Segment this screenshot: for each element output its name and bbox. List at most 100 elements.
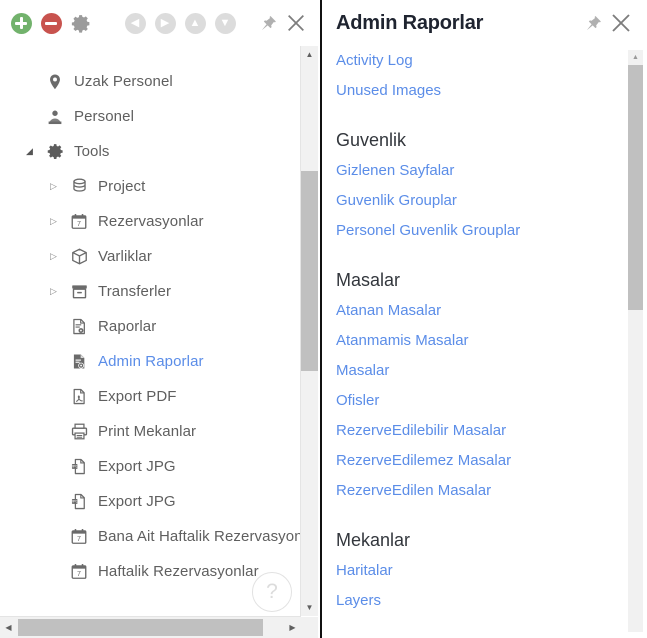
- svg-text:7: 7: [77, 535, 81, 543]
- back-button[interactable]: ◀: [122, 10, 148, 36]
- tree-item-label: Print Mekanlar: [92, 423, 196, 440]
- calendar-icon: 7: [66, 561, 92, 583]
- calendar-icon: 7: [66, 526, 92, 548]
- chevron-right-icon[interactable]: ▷: [50, 287, 66, 296]
- tree-item-label: Haftalik Rezervasyonlar: [92, 563, 259, 580]
- report-link[interactable]: RezerveEdilemez Masalar: [336, 446, 625, 476]
- tree-item-personel[interactable]: Personel: [0, 99, 300, 134]
- report-link[interactable]: RezerveEdilebilir Masalar: [336, 416, 625, 446]
- left-horizontal-scroll-thumb[interactable]: [18, 619, 263, 636]
- tree-item-label: Admin Raporlar: [92, 353, 204, 370]
- tree-item-label: Varliklar: [92, 248, 152, 265]
- archive-icon: [66, 281, 92, 303]
- chevron-right-icon[interactable]: ▷: [50, 252, 66, 261]
- tree-item-label: Raporlar: [92, 318, 156, 335]
- report-link[interactable]: Atanan Masalar: [336, 296, 625, 326]
- scroll-down-button[interactable]: ▼: [301, 599, 318, 616]
- remove-button[interactable]: [38, 10, 64, 36]
- report-link[interactable]: Masalar: [336, 356, 625, 386]
- tree-item-label: Export JPG: [92, 493, 176, 510]
- report-link[interactable]: Gizlenen Sayfalar: [336, 156, 625, 186]
- report-link[interactable]: Ofisler: [336, 386, 625, 416]
- chevron-right-icon[interactable]: ▷: [50, 182, 66, 191]
- up-button[interactable]: ▲: [182, 10, 208, 36]
- tree-item-project[interactable]: ▷ Project: [0, 169, 300, 204]
- report-link[interactable]: Personel Guvenlik Grouplar: [336, 216, 625, 246]
- tree-item-raporlar[interactable]: Raporlar: [0, 309, 300, 344]
- close-icon: [285, 12, 307, 34]
- tree-item-transferler[interactable]: ▷Transferler: [0, 274, 300, 309]
- add-icon: [11, 13, 32, 34]
- report-icon: [66, 316, 92, 338]
- section-heading: Masalar: [336, 266, 625, 294]
- chevron-right-icon[interactable]: ▷: [50, 217, 66, 226]
- close-button[interactable]: [607, 9, 635, 37]
- page-title: Admin Raporlar: [336, 12, 483, 35]
- right-panel: Admin Raporlar: [322, 0, 647, 638]
- add-button[interactable]: [8, 10, 34, 36]
- tree-item-export-jpg[interactable]: JPG Export JPG: [0, 484, 300, 519]
- report-link[interactable]: Guvenlik Grouplar: [336, 186, 625, 216]
- forward-button[interactable]: ▶: [152, 10, 178, 36]
- pin-button[interactable]: [254, 9, 282, 37]
- tree-item-bana-ait-haftalik-rezervasyonlar[interactable]: 7 Bana Ait Haftalik Rezervasyonlar: [0, 519, 300, 554]
- report-link[interactable]: Haritalar: [336, 556, 625, 586]
- tree-item-uzak-personel[interactable]: Uzak Personel: [0, 64, 300, 99]
- tree-item-label: Rezervasyonlar: [92, 213, 204, 230]
- tree-item-label: Bana Ait Haftalik Rezervasyonlar: [92, 528, 300, 545]
- report-link[interactable]: Activity Log: [336, 46, 625, 76]
- help-button[interactable]: ?: [252, 572, 292, 612]
- admin-report-icon: [66, 351, 92, 373]
- chevron-down-icon[interactable]: ◢: [26, 147, 42, 156]
- arrow-left-icon: ◀: [125, 13, 146, 34]
- section-heading: Guvenlik: [336, 126, 625, 154]
- help-label: ?: [266, 580, 278, 604]
- scroll-down-arrow-icon: ▼: [306, 603, 314, 612]
- report-link[interactable]: Layers: [336, 586, 625, 616]
- scroll-up-button[interactable]: ▲: [301, 46, 318, 63]
- tree-item-label: Tools: [68, 143, 110, 160]
- down-button[interactable]: ▼: [212, 10, 238, 36]
- tree-item-label: Project: [92, 178, 145, 195]
- scroll-left-button[interactable]: ◀: [0, 617, 17, 638]
- pin-icon: [584, 14, 603, 33]
- tree-item-admin-raporlar[interactable]: Admin Raporlar: [0, 344, 300, 379]
- report-link[interactable]: Unused Images: [336, 76, 625, 106]
- tree-item-tools[interactable]: ◢ Tools: [0, 134, 300, 169]
- close-icon: [609, 11, 633, 35]
- tree-item-label: Personel: [68, 108, 134, 125]
- tree-item-export-jpg[interactable]: JPGExport JPG: [0, 449, 300, 484]
- right-vertical-scrollbar[interactable]: ▲: [628, 50, 643, 632]
- left-horizontal-scrollbar[interactable]: ◀ ▶: [0, 616, 301, 638]
- section-heading: Mekanlar: [336, 526, 625, 554]
- scroll-right-button[interactable]: ▶: [284, 617, 301, 638]
- settings-button[interactable]: [68, 10, 94, 36]
- report-link[interactable]: Atanmamis Masalar: [336, 326, 625, 356]
- report-link[interactable]: RezerveEdilen Masalar: [336, 476, 625, 506]
- left-vertical-scroll-thumb[interactable]: [301, 171, 318, 371]
- svg-text:JPG: JPG: [71, 499, 79, 504]
- jpg-icon: JPG: [66, 491, 92, 513]
- tree-item-label: Export PDF: [92, 388, 177, 405]
- scroll-up-button[interactable]: ▲: [628, 50, 643, 65]
- pin-icon: [259, 14, 278, 33]
- left-toolbar: ◀ ▶ ▲ ▼: [0, 0, 320, 46]
- right-vertical-scroll-thumb[interactable]: [628, 65, 643, 310]
- tree-item-print-mekanlar[interactable]: Print Mekanlar: [0, 414, 300, 449]
- gear-icon: [42, 141, 68, 163]
- tree-item-rezervasyonlar[interactable]: ▷7Rezervasyonlar: [0, 204, 300, 239]
- tree-item-export-pdf[interactable]: Export PDF: [0, 379, 300, 414]
- box-icon: [66, 246, 92, 268]
- jpg-icon: JPG: [66, 456, 92, 478]
- scroll-up-arrow-icon: ▲: [306, 50, 314, 59]
- pin-button[interactable]: [579, 9, 607, 37]
- right-panel-header: Admin Raporlar: [322, 0, 647, 46]
- scroll-up-arrow-icon: ▲: [632, 54, 639, 61]
- tree-item-varliklar[interactable]: ▷ Varliklar: [0, 239, 300, 274]
- printer-icon: [66, 421, 92, 443]
- close-button[interactable]: [282, 9, 310, 37]
- tree-scroll-area: Uzak PersonelPersonel◢Tools▷Project▷7Rez…: [0, 46, 300, 616]
- svg-text:7: 7: [77, 570, 81, 578]
- left-vertical-scrollbar[interactable]: ▲ ▼: [300, 46, 318, 616]
- arrow-up-icon: ▲: [185, 13, 206, 34]
